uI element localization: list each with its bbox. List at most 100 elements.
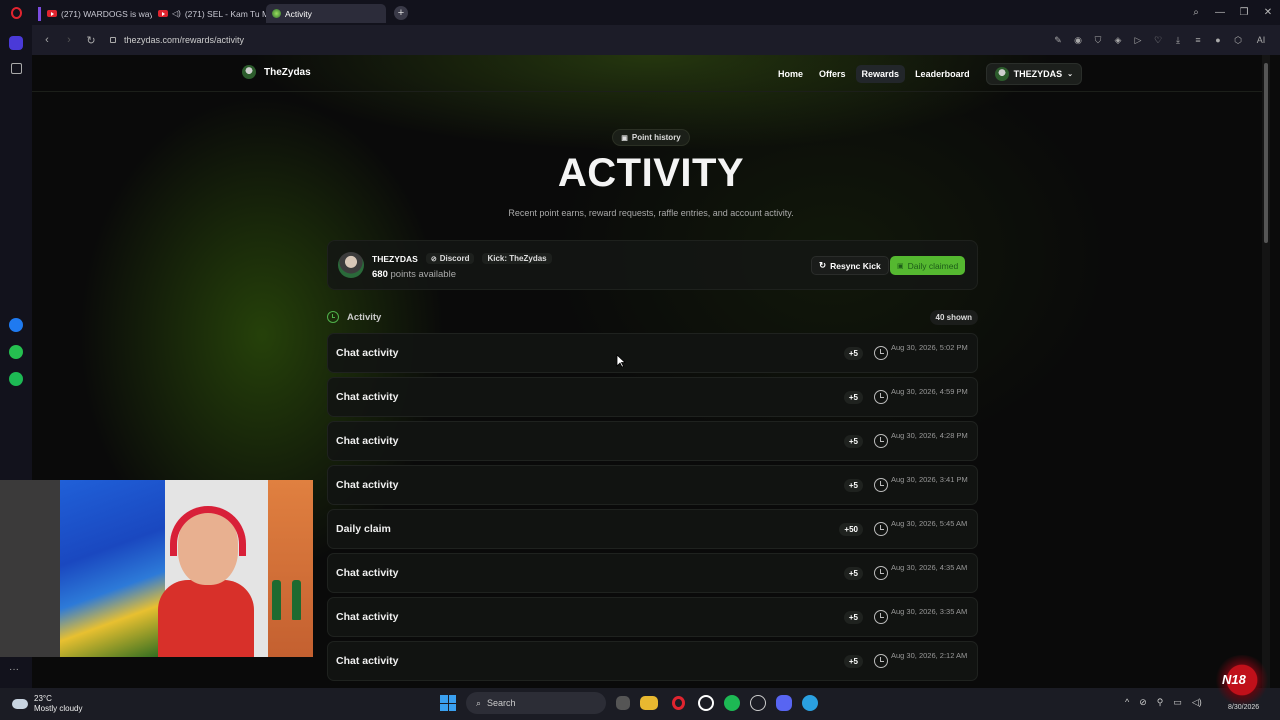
lock-icon[interactable] [110, 37, 116, 43]
user-menu-button[interactable]: THEZYDAS ⌄ [985, 63, 1082, 85]
discord-icon[interactable] [776, 695, 792, 711]
chevron-down-icon: ⌄ [1067, 71, 1073, 78]
webcam-overlay [0, 480, 313, 657]
whatsapp-icon[interactable] [9, 345, 23, 359]
activity-title: Activity [347, 311, 382, 323]
search-label: Search [487, 698, 516, 708]
windows-start-icon[interactable] [440, 695, 456, 711]
resync-kick-button[interactable]: ↻ Resync Kick [811, 256, 889, 275]
app-icon[interactable] [698, 695, 714, 711]
tab-label: (271) SEL - Kam Tu M [184, 8, 266, 19]
vpn-icon[interactable]: ◈ [1112, 35, 1124, 46]
list-item[interactable]: Chat activity +5 Aug 30, 2026, 4:59 PM [327, 377, 978, 417]
list-item[interactable]: Chat activity +5 Aug 30, 2026, 3:35 AM [327, 597, 978, 637]
shield-icon[interactable]: ⛉ [1092, 35, 1104, 46]
steam-icon[interactable] [750, 695, 766, 711]
spotify-icon[interactable] [9, 372, 23, 386]
tab-sel[interactable]: ◁) (271) SEL - Kam Tu M [152, 4, 266, 23]
nav-leaderboard[interactable]: Leaderboard [909, 65, 976, 83]
profile-icon[interactable]: ● [1212, 35, 1224, 46]
tab-activity[interactable]: Activity [266, 4, 386, 23]
daily-claimed-button[interactable]: ▣ Daily claimed [890, 256, 966, 275]
speaker-icon[interactable]: ◁) [172, 9, 181, 18]
camera-icon[interactable]: ◉ [1072, 35, 1084, 46]
webcam-window [268, 480, 313, 657]
youtube-icon [158, 10, 168, 17]
weather-widget[interactable]: 23°C Mostly cloudy [12, 694, 82, 714]
reload-button[interactable]: ↻ [80, 34, 102, 47]
list-item[interactable]: Chat activity +5 Aug 30, 2026, 5:02 PM [327, 333, 978, 373]
list-item[interactable]: Chat activity +5 Aug 30, 2026, 4:28 PM [327, 421, 978, 461]
discord-tag: ⊘ Discord [425, 253, 475, 264]
list-item[interactable]: Chat activity +5 Aug 30, 2026, 2:12 AM [327, 641, 978, 681]
star-icon[interactable] [11, 63, 22, 74]
telegram-icon[interactable] [802, 695, 818, 711]
page-scrollbar[interactable] [1262, 55, 1270, 688]
cloud-icon [12, 699, 28, 709]
clock-icon [874, 654, 888, 668]
address-bar[interactable]: thezydas.com/rewards/activity [110, 35, 244, 45]
heart-icon[interactable]: ♡ [1152, 35, 1164, 46]
activity-time: Aug 30, 2026, 2:12 AM [891, 651, 968, 660]
tab-search-icon[interactable]: ⌕ [1184, 7, 1208, 18]
pill-label: Point history [631, 133, 681, 142]
activity-time: Aug 30, 2026, 5:45 AM [891, 519, 968, 528]
chevron-up-icon[interactable]: ^ [1125, 697, 1129, 708]
home-icon[interactable] [9, 36, 23, 50]
temperature: 23°C [34, 694, 52, 703]
refresh-icon: ↻ [819, 260, 827, 270]
shown-count-badge: 40 shown [929, 309, 978, 325]
menu-icon[interactable]: ≡ [1192, 35, 1204, 46]
tab-label: Activity [285, 8, 312, 19]
address-bar-row: ‹ › ↻ thezydas.com/rewards/activity ✎ ◉ … [32, 25, 1280, 55]
brand[interactable]: TheZydas [242, 65, 311, 79]
tab-wardogs[interactable]: (271) WARDOGS is way b [32, 4, 152, 23]
list-item[interactable]: Chat activity +5 Aug 30, 2026, 3:41 PM [327, 465, 978, 505]
nav-offers[interactable]: Offers [813, 65, 852, 83]
user-menu-name: THEZYDAS [1013, 69, 1063, 79]
nav-rewards[interactable]: Rewards [855, 65, 906, 83]
download-icon[interactable]: ⤓ [1172, 35, 1184, 46]
opera-icon[interactable] [668, 693, 688, 713]
tray-icon[interactable]: ⊘ [1139, 697, 1147, 708]
avatar [338, 252, 364, 278]
more-icon[interactable]: ··· [9, 665, 23, 679]
edit-icon[interactable]: ✎ [1052, 35, 1064, 46]
minimize-button[interactable]: — [1208, 7, 1232, 18]
spotify-icon[interactable] [724, 695, 740, 711]
clock-icon [874, 566, 888, 580]
user-name: THEZYDAS [372, 253, 418, 264]
taskbar-search[interactable]: ⌕ Search [466, 692, 606, 714]
ai-icon[interactable]: AI [1252, 35, 1270, 46]
streamer-body [158, 580, 254, 657]
messenger-icon[interactable] [9, 318, 23, 332]
volume-icon[interactable]: ◁) [1192, 697, 1202, 708]
points-badge: +5 [843, 435, 863, 448]
activity-label: Chat activity [336, 435, 399, 447]
task-view-icon[interactable] [616, 696, 630, 710]
extensions-icon[interactable]: ⬡ [1232, 35, 1244, 46]
list-item[interactable]: Chat activity +5 Aug 30, 2026, 4:35 AM [327, 553, 978, 593]
maximize-button[interactable]: ❐ [1232, 7, 1256, 18]
brand-avatar [242, 65, 256, 79]
check-circle-icon: ⊘ [430, 255, 437, 263]
clock-icon [874, 522, 888, 536]
weather-text: 23°C Mostly cloudy [34, 694, 82, 714]
nav-home[interactable]: Home [772, 65, 809, 83]
list-item[interactable]: Daily claim +50 Aug 30, 2026, 5:45 AM [327, 509, 978, 549]
display-icon[interactable]: ▭ [1173, 697, 1182, 708]
file-explorer-icon[interactable] [640, 696, 658, 710]
youtube-icon [47, 10, 57, 17]
new-tab-button[interactable]: + [394, 5, 408, 20]
play-icon[interactable]: ▷ [1132, 35, 1144, 46]
activity-time: Aug 30, 2026, 4:59 PM [891, 387, 968, 396]
opera-logo-icon[interactable] [0, 0, 32, 25]
forward-button[interactable]: › [58, 34, 80, 46]
activity-label: Chat activity [336, 655, 399, 667]
activity-time: Aug 30, 2026, 4:28 PM [891, 431, 968, 440]
mouse-cursor-icon [616, 354, 626, 368]
network-icon[interactable]: ⚲ [1157, 697, 1164, 708]
scrollbar-thumb[interactable] [1264, 63, 1268, 243]
back-button[interactable]: ‹ [36, 34, 58, 46]
close-button[interactable]: ✕ [1256, 7, 1280, 18]
